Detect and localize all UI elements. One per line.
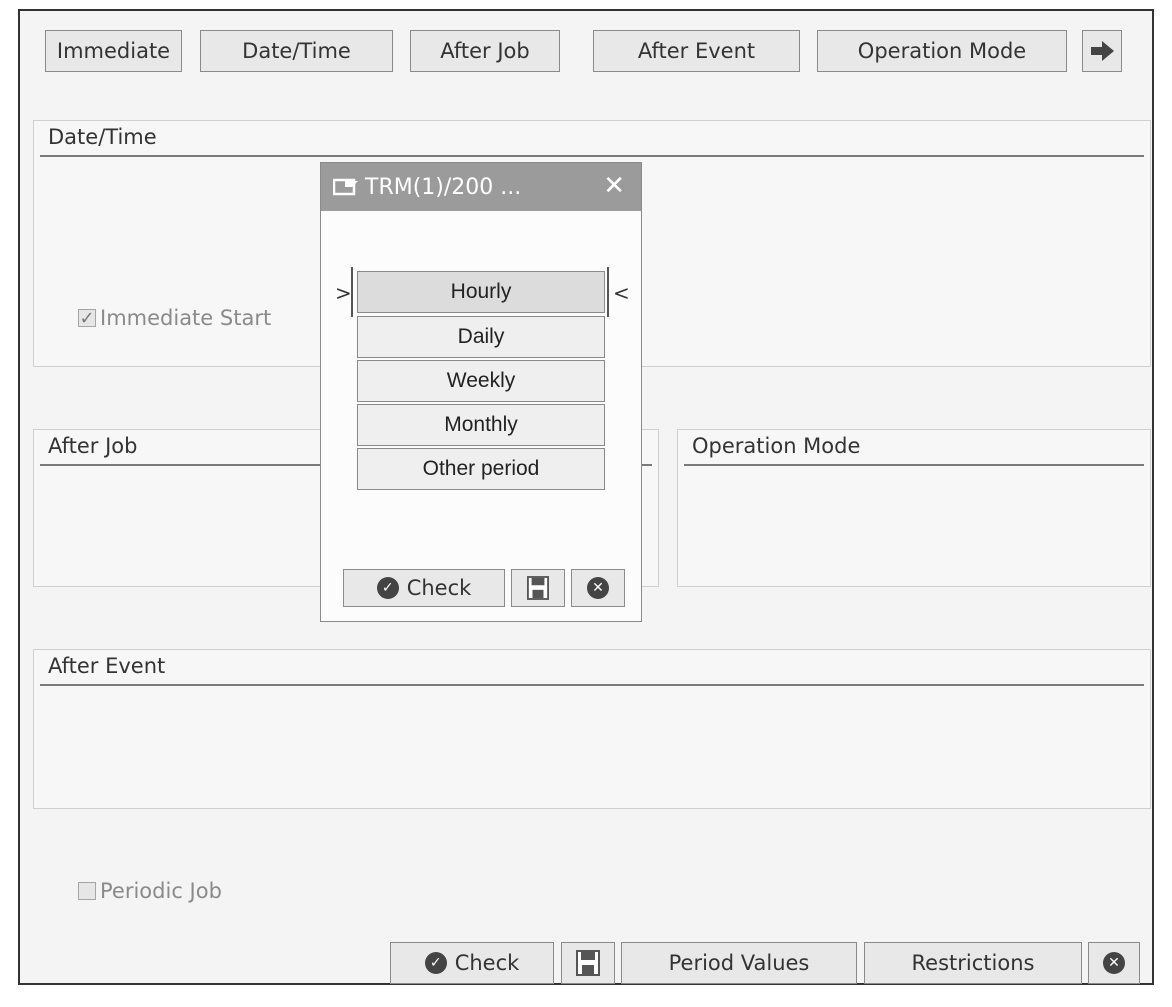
restrictions-button[interactable]: Restrictions bbox=[864, 942, 1082, 984]
operation-mode-section-title: Operation Mode bbox=[692, 434, 861, 458]
period-option-weekly[interactable]: Weekly bbox=[357, 360, 605, 402]
after-job-label: After Job bbox=[440, 39, 530, 63]
checkbox-unchecked-icon bbox=[78, 882, 96, 900]
date-time-label: Date/Time bbox=[242, 39, 351, 63]
after-event-button[interactable]: After Event bbox=[593, 30, 800, 72]
period-option-hourly[interactable]: Hourly bbox=[357, 271, 605, 313]
after-event-section-title: After Event bbox=[48, 654, 166, 678]
after-event-label: After Event bbox=[637, 39, 756, 63]
period-dialog: TRM(1)/200 ... ✕ > < Hourly Daily Weekly… bbox=[320, 162, 642, 622]
selected-right-marker: < bbox=[613, 281, 630, 305]
operation-mode-button[interactable]: Operation Mode bbox=[817, 30, 1067, 72]
check-label: Check bbox=[454, 951, 520, 975]
periodic-job-checkbox[interactable]: Periodic Job bbox=[78, 879, 222, 903]
immediate-button[interactable]: Immediate bbox=[45, 30, 182, 72]
dialog-check-label: Check bbox=[406, 576, 472, 600]
window-icon bbox=[333, 178, 358, 196]
period-option-other[interactable]: Other period bbox=[357, 448, 605, 490]
selected-left-marker: > bbox=[335, 281, 352, 305]
save-button[interactable] bbox=[561, 942, 615, 984]
operation-mode-label: Operation Mode bbox=[857, 39, 1027, 63]
divider bbox=[684, 464, 1144, 466]
arrow-right-icon bbox=[1091, 41, 1114, 61]
save-icon bbox=[527, 576, 549, 600]
dialog-cancel-button[interactable]: ✕ bbox=[571, 569, 625, 607]
after-job-button[interactable]: After Job bbox=[410, 30, 560, 72]
next-button[interactable] bbox=[1082, 30, 1122, 72]
check-button[interactable]: ✓ Check bbox=[390, 942, 554, 984]
close-icon[interactable]: ✕ bbox=[603, 171, 625, 201]
operation-mode-section: Operation Mode bbox=[677, 429, 1151, 587]
periodic-job-label: Periodic Job bbox=[100, 879, 222, 903]
period-option-label: Weekly bbox=[446, 369, 516, 392]
check-circle-icon: ✓ bbox=[424, 952, 447, 974]
dialog-save-button[interactable] bbox=[511, 569, 565, 607]
period-option-daily[interactable]: Daily bbox=[357, 316, 605, 358]
immediate-label: Immediate bbox=[56, 39, 171, 63]
date-time-button[interactable]: Date/Time bbox=[200, 30, 393, 72]
dialog-check-button[interactable]: ✓ Check bbox=[343, 569, 505, 607]
immediate-start-label: Immediate Start bbox=[100, 306, 272, 330]
period-option-label: Daily bbox=[457, 325, 505, 348]
dialog-title-bar[interactable]: TRM(1)/200 ... ✕ bbox=[321, 163, 641, 211]
check-circle-icon: ✓ bbox=[376, 577, 399, 599]
divider bbox=[40, 684, 1144, 686]
immediate-start-checkbox[interactable]: ✓ Immediate Start bbox=[78, 306, 271, 330]
after-job-section-title: After Job bbox=[48, 434, 138, 458]
period-values-button[interactable]: Period Values bbox=[621, 942, 857, 984]
checkbox-checked-icon: ✓ bbox=[78, 307, 96, 329]
save-icon bbox=[576, 950, 600, 976]
restrictions-label: Restrictions bbox=[911, 951, 1035, 975]
date-time-section-title: Date/Time bbox=[48, 125, 157, 149]
dialog-title: TRM(1)/200 ... bbox=[365, 174, 522, 200]
divider bbox=[40, 155, 1144, 157]
period-values-label: Period Values bbox=[668, 951, 810, 975]
period-option-label: Other period bbox=[422, 457, 540, 480]
period-option-label: Hourly bbox=[450, 280, 512, 303]
cancel-button[interactable]: ✕ bbox=[1088, 942, 1140, 984]
cancel-icon: ✕ bbox=[1103, 952, 1125, 974]
period-option-monthly[interactable]: Monthly bbox=[357, 404, 605, 446]
period-option-label: Monthly bbox=[444, 413, 518, 436]
after-event-section: After Event bbox=[33, 649, 1151, 809]
cancel-icon: ✕ bbox=[587, 577, 609, 599]
